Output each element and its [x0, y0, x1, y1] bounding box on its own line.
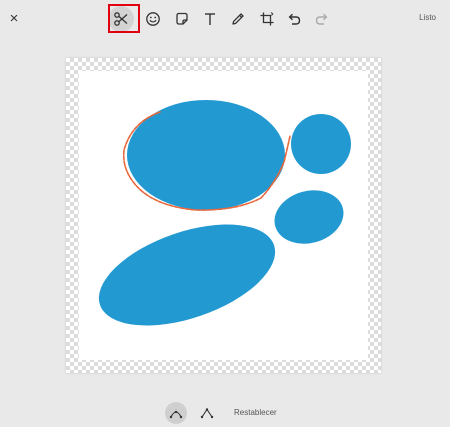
close-icon[interactable]: ×: [6, 9, 22, 27]
canvas-drawing: [86, 100, 351, 345]
sticker-tool-button[interactable]: [171, 8, 193, 30]
emoji-icon: [146, 12, 160, 26]
reset-button[interactable]: Restablecer: [234, 408, 277, 417]
emoji-tool-button[interactable]: [142, 8, 164, 30]
undo-icon: [288, 13, 301, 25]
text-icon: [205, 13, 215, 25]
crop-tool-button[interactable]: [256, 8, 278, 30]
pencil-tool-button[interactable]: [227, 8, 249, 30]
scissors-icon: [114, 12, 128, 26]
sticker-icon: [176, 12, 188, 25]
top-toolbar: × Listo: [0, 0, 450, 36]
redo-button[interactable]: [311, 8, 333, 30]
polygon-lasso-button[interactable]: [196, 402, 218, 424]
scissors-tool-button[interactable]: [108, 6, 134, 32]
done-button[interactable]: Listo: [419, 13, 436, 22]
undo-button[interactable]: [283, 8, 305, 30]
small-blob-shape[interactable]: [268, 183, 349, 251]
curved-lasso-icon: [169, 410, 183, 419]
pencil-icon: [232, 13, 244, 25]
bottom-bar: Restablecer: [0, 398, 450, 427]
crop-rotate-icon: [260, 12, 274, 26]
text-tool-button[interactable]: [199, 8, 221, 30]
polygon-lasso-icon: [200, 408, 214, 419]
curved-lasso-button[interactable]: [165, 402, 187, 424]
image-canvas[interactable]: [66, 58, 381, 373]
elongated-blob-shape[interactable]: [86, 204, 288, 345]
round-blob-shape[interactable]: [291, 114, 351, 174]
redo-icon: [315, 13, 328, 25]
